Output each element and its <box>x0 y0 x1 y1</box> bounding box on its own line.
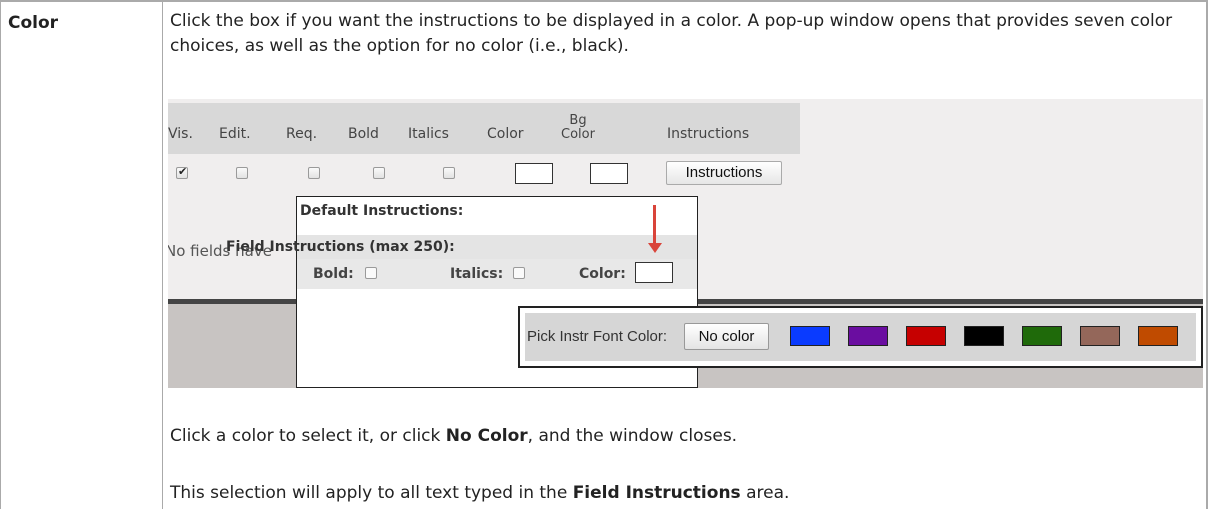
header-req: Req. <box>286 126 318 142</box>
no-color-button[interactable]: No color <box>684 323 769 350</box>
para2-bold: No Color <box>445 426 528 446</box>
header-italics: Italics <box>408 126 449 142</box>
swatch-green[interactable] <box>1022 326 1062 346</box>
swatch-red[interactable] <box>906 326 946 346</box>
description-text: Click the box if you want the instructio… <box>170 11 1173 56</box>
swatch-brown[interactable] <box>1080 326 1120 346</box>
edit-checkbox[interactable] <box>236 167 248 179</box>
header-instructions: Instructions <box>667 126 750 142</box>
header-edit: Edit. <box>219 126 251 142</box>
vis-checkbox[interactable] <box>176 165 188 179</box>
header-vis: Vis. <box>168 126 193 142</box>
table-border-top <box>0 0 1208 2</box>
italics-checkbox[interactable] <box>443 167 455 179</box>
bg-color-box[interactable] <box>590 163 628 184</box>
field-settings-header: Vis. Edit. Req. Bold Italics Color Bg Co… <box>168 103 800 154</box>
header-bg-color: Bg Color <box>548 114 608 142</box>
red-arrowhead-icon <box>648 243 662 253</box>
popup-color-label: Color: <box>579 266 626 282</box>
field-instructions-label-full: Field Instructions (max 250): <box>226 239 455 255</box>
swatch-orange[interactable] <box>1138 326 1178 346</box>
embedded-screenshot: Vis. Edit. Req. Bold Italics Color Bg Co… <box>168 99 1203 388</box>
popup-italics-checkbox[interactable] <box>513 267 525 279</box>
popup-italics-label: Italics: <box>450 266 504 282</box>
swatch-blue[interactable] <box>790 326 830 346</box>
swatch-purple[interactable] <box>848 326 888 346</box>
header-color: Color <box>487 126 524 142</box>
para3-bold: Field Instructions <box>572 483 741 503</box>
para2-before: Click a color to select it, or click <box>170 426 446 446</box>
instructions-button[interactable]: Instructions <box>666 161 782 185</box>
header-bold: Bold <box>348 126 379 142</box>
color-box[interactable] <box>515 163 553 184</box>
table-column-divider <box>162 0 163 509</box>
swatch-black[interactable] <box>964 326 1004 346</box>
bold-checkbox[interactable] <box>373 167 385 179</box>
red-arrow-icon <box>653 205 656 245</box>
instruction-paragraph-2: Click a color to select it, or click No … <box>170 424 737 449</box>
default-instructions-label: Default Instructions: <box>300 203 464 219</box>
color-picker-popup: Pick Instr Font Color: No color <box>518 306 1203 368</box>
color-picker-panel: Pick Instr Font Color: No color <box>525 313 1196 361</box>
para3-before: This selection will apply to all text ty… <box>170 483 573 503</box>
para3-after: area. <box>740 483 790 503</box>
popup-bold-label: Bold: <box>313 266 354 282</box>
table-border-left <box>0 0 1 509</box>
pick-color-label: Pick Instr Font Color: <box>527 328 668 345</box>
popup-color-box[interactable] <box>635 262 673 283</box>
term-cell: Color <box>8 13 59 33</box>
popup-bold-checkbox[interactable] <box>365 267 377 279</box>
header-bg-line1: Bg <box>569 113 587 128</box>
para2-after: , and the window closes. <box>527 426 738 446</box>
header-bg-line2: Color <box>561 127 595 142</box>
req-checkbox[interactable] <box>308 167 320 179</box>
instruction-paragraph-3: This selection will apply to all text ty… <box>170 481 789 506</box>
definition-table: Color Click the box if you want the inst… <box>0 0 1208 509</box>
